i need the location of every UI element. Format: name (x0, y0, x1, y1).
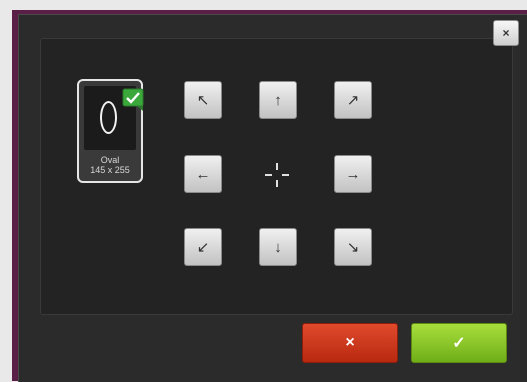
cancel-button[interactable]: × (302, 323, 398, 363)
arrow-down-left-icon: ↙ (196, 239, 210, 256)
center-target-icon[interactable] (263, 161, 291, 189)
move-up-right-button[interactable]: ↗ (334, 81, 372, 119)
arrow-right-icon: → (345, 165, 361, 183)
move-down-right-button[interactable]: ↘ (334, 228, 372, 266)
oval-shape (100, 101, 117, 134)
arrow-up-left-icon: ↖ (196, 92, 210, 109)
arrow-left-icon: ← (195, 165, 211, 183)
move-right-button[interactable]: → (334, 155, 372, 193)
move-down-left-button[interactable]: ↙ (184, 228, 222, 266)
confirm-check-icon: ✓ (452, 335, 466, 352)
hoop-size: 145 x 255 (90, 165, 130, 175)
close-button[interactable]: × (493, 20, 519, 46)
arrow-up-right-icon: ↗ (346, 92, 360, 109)
move-left-button[interactable]: ← (184, 155, 222, 193)
close-icon: × (502, 26, 510, 40)
move-up-left-button[interactable]: ↖ (184, 81, 222, 119)
arrow-up-icon: ↑ (274, 91, 282, 109)
hoop-selector[interactable]: Oval 145 x 255 (77, 79, 144, 183)
confirm-button[interactable]: ✓ (411, 323, 507, 363)
check-badge-icon (122, 88, 144, 111)
arrow-down-icon: ↓ (274, 238, 282, 256)
move-up-button[interactable]: ↑ (259, 81, 297, 119)
arrow-down-right-icon: ↘ (346, 239, 360, 256)
cancel-x-icon: × (345, 334, 355, 351)
hoop-name: Oval (100, 155, 120, 165)
move-down-button[interactable]: ↓ (259, 228, 297, 266)
